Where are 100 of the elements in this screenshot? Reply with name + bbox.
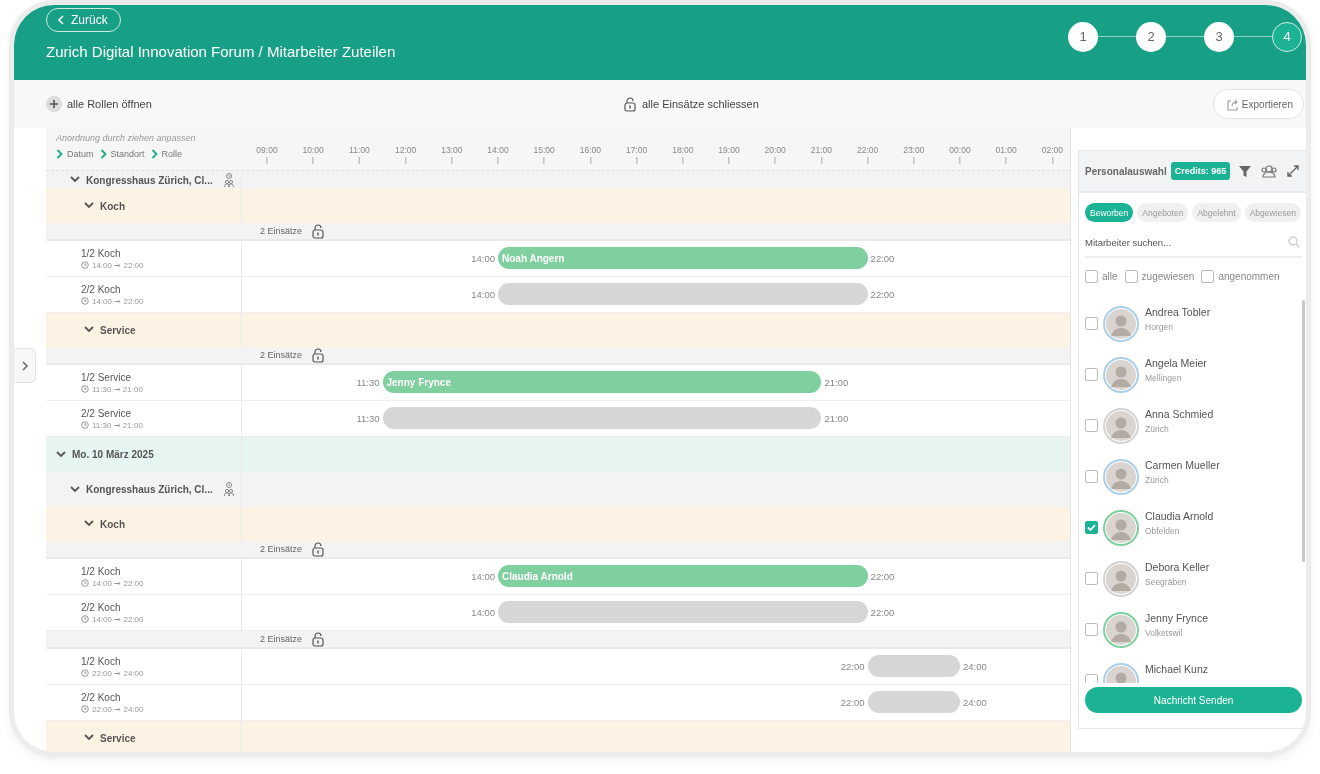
filter-option-label: angenommen bbox=[1218, 271, 1280, 282]
shift-count: 2 Einsätze bbox=[260, 226, 303, 236]
checkbox[interactable] bbox=[1085, 470, 1098, 483]
step-indicator[interactable]: 2 bbox=[1136, 21, 1166, 52]
time-tick: 20:00 bbox=[764, 145, 786, 164]
open-shift-bar[interactable] bbox=[498, 283, 868, 305]
start-time: 14:00 bbox=[470, 570, 496, 582]
person-location: Mellingen bbox=[1145, 373, 1183, 383]
shift-label: 1/2 Koch bbox=[81, 247, 121, 259]
person-name[interactable]: Jenny Frynce bbox=[1145, 612, 1209, 624]
person-location: Seegräben bbox=[1145, 577, 1188, 587]
chevron-right-icon bbox=[150, 149, 158, 159]
person-name[interactable]: Debora Keller bbox=[1145, 561, 1210, 573]
expand-all-link[interactable]: alle Rollen öffnen bbox=[67, 98, 152, 110]
end-time: 24:00 bbox=[962, 660, 988, 672]
open-shift-bar[interactable] bbox=[867, 691, 960, 713]
role-label[interactable]: Koch bbox=[100, 518, 125, 530]
padlock-icon bbox=[312, 347, 325, 363]
checkbox[interactable] bbox=[1085, 521, 1098, 534]
search-icon bbox=[1288, 236, 1301, 248]
sort-level-link[interactable]: Datum bbox=[67, 149, 94, 159]
shift-count: 2 Einsätze bbox=[260, 544, 303, 554]
role-label[interactable]: Service bbox=[100, 324, 136, 336]
role-label[interactable]: Koch bbox=[100, 200, 125, 212]
checkbox[interactable] bbox=[1201, 270, 1215, 283]
shift-time: 14:00 ➞ 22:00 bbox=[92, 578, 144, 588]
time-tick: 01:00 bbox=[995, 145, 1017, 164]
padlock-icon bbox=[312, 541, 325, 557]
time-tick: 00:00 bbox=[949, 145, 971, 164]
padlock-icon bbox=[312, 631, 325, 647]
export-button[interactable]: Exportieren bbox=[1212, 89, 1304, 119]
end-time: 22:00 bbox=[869, 252, 896, 264]
panel-title: Personalauswahl bbox=[1085, 165, 1167, 177]
page-title: Zurich Digital Innovation Forum / Mitarbeiter Zuteilen bbox=[46, 43, 396, 60]
shift-time: 14:00 ➞ 22:00 bbox=[92, 614, 144, 624]
expand-sidebar-button[interactable] bbox=[14, 348, 36, 383]
padlock-icon bbox=[312, 223, 325, 239]
chevron-right-icon bbox=[56, 149, 63, 159]
start-time: 14:00 bbox=[470, 606, 496, 618]
person-location: Horgen bbox=[1145, 322, 1174, 332]
shift-count: 2 Einsätze bbox=[260, 350, 303, 360]
lock-all-link[interactable]: alle Einsätze schliessen bbox=[642, 98, 759, 110]
filter-icon[interactable] bbox=[1238, 164, 1253, 178]
people-icon[interactable] bbox=[1260, 164, 1279, 178]
person-name[interactable]: Claudia Arnold bbox=[1145, 510, 1214, 522]
time-tick: 23:00 bbox=[903, 145, 925, 164]
filter-option-label: zugewiesen bbox=[1141, 271, 1195, 282]
checkbox[interactable] bbox=[1085, 317, 1098, 330]
person-location: Zürich bbox=[1145, 475, 1170, 485]
location-label[interactable]: Kongresshaus Zürich, Cl... bbox=[86, 484, 213, 495]
shift-count: 2 Einsätze bbox=[260, 634, 303, 644]
start-time: 14:00 bbox=[470, 252, 496, 264]
date-label[interactable]: Mo. 10 März 2025 bbox=[72, 449, 154, 460]
person-name[interactable]: Anna Schmied bbox=[1145, 408, 1214, 420]
checkbox[interactable] bbox=[1085, 368, 1098, 381]
open-shift-bar[interactable] bbox=[498, 601, 868, 623]
chevron-right-icon bbox=[20, 359, 29, 372]
shift-time: 11:30 ➞ 21:00 bbox=[92, 420, 143, 430]
scrollbar[interactable] bbox=[1302, 300, 1306, 562]
shift-time: 22:00 ➞ 24:00 bbox=[92, 704, 144, 714]
clock-icon bbox=[81, 615, 89, 623]
time-tick: 11:00 bbox=[349, 145, 370, 164]
time-tick: 16:00 bbox=[579, 145, 602, 164]
shift-label: 1/2 Koch bbox=[81, 565, 121, 577]
checkbox[interactable] bbox=[1085, 270, 1098, 283]
start-time: 11:30 bbox=[355, 376, 381, 388]
clock-icon bbox=[81, 421, 89, 429]
step-indicator[interactable]: 3 bbox=[1204, 21, 1234, 52]
people-clock-icon bbox=[223, 482, 235, 497]
shift-label: 1/2 Koch bbox=[81, 655, 121, 667]
person-name[interactable]: Angela Meier bbox=[1145, 357, 1207, 369]
time-tick: 02:00 bbox=[1041, 145, 1064, 164]
role-label[interactable]: Service bbox=[100, 732, 136, 744]
clock-icon bbox=[81, 261, 89, 269]
checkbox[interactable] bbox=[1085, 623, 1098, 636]
sort-level-link[interactable]: Standort bbox=[110, 149, 145, 159]
open-shift-bar[interactable] bbox=[382, 407, 822, 429]
checkbox[interactable] bbox=[1085, 572, 1098, 585]
checkbox[interactable] bbox=[1085, 419, 1098, 432]
step-indicator[interactable]: 1 bbox=[1068, 21, 1098, 52]
person-name[interactable]: Michael Kunz bbox=[1145, 663, 1209, 675]
open-shift-bar[interactable] bbox=[867, 655, 960, 677]
time-tick: 15:00 bbox=[533, 145, 555, 164]
expand-icon[interactable] bbox=[1286, 164, 1301, 178]
clock-icon bbox=[81, 669, 89, 677]
start-time: 22:00 bbox=[839, 660, 866, 672]
shift-time: 11:30 ➞ 21:00 bbox=[92, 384, 143, 394]
share-icon bbox=[1225, 97, 1239, 111]
time-tick: 21:00 bbox=[810, 145, 833, 164]
search-field[interactable]: Mitarbeiter suchen... bbox=[1085, 228, 1303, 258]
chevron-right-icon bbox=[99, 149, 107, 159]
location-label[interactable]: Kongresshaus Zürich, Cl... bbox=[86, 174, 213, 186]
person-name[interactable]: Carmen Mueller bbox=[1145, 459, 1220, 471]
person-name[interactable]: Andrea Tobler bbox=[1145, 306, 1211, 318]
time-tick: 13:00 bbox=[441, 145, 463, 164]
plus-icon bbox=[46, 96, 62, 112]
sort-level-link[interactable]: Rolle bbox=[161, 149, 183, 159]
end-time: 24:00 bbox=[962, 696, 988, 708]
checkbox[interactable] bbox=[1124, 270, 1138, 283]
shift-label: 1/2 Service bbox=[81, 371, 132, 383]
